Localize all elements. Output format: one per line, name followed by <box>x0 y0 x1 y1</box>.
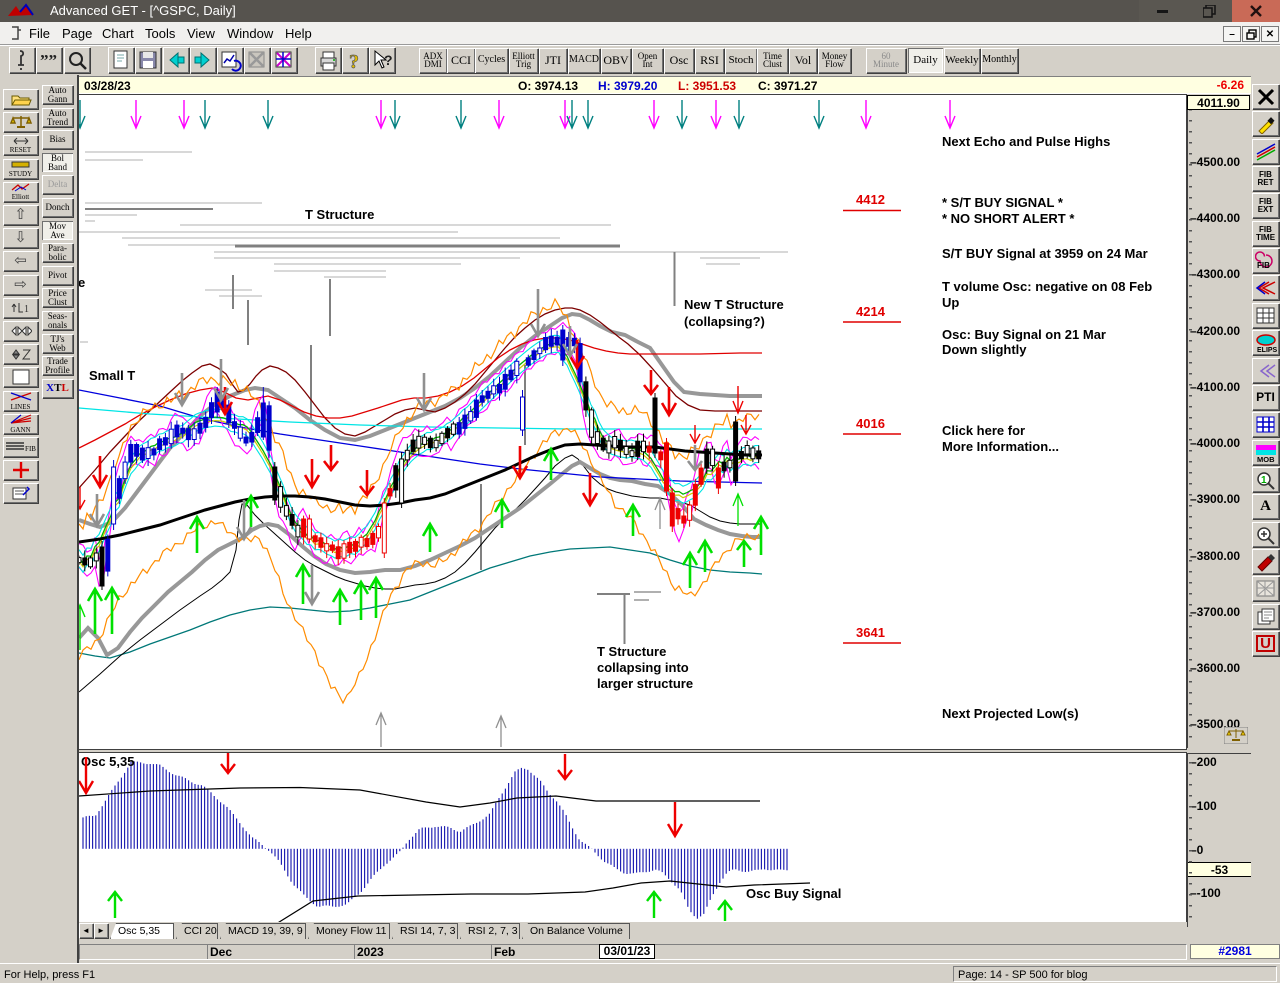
svg-text:Next Projected Low(s): Next Projected Low(s) <box>942 706 1079 721</box>
svg-text:1: 1 <box>1261 475 1267 486</box>
svg-text:collapsing into: collapsing into <box>597 660 689 675</box>
svg-text:4016: 4016 <box>856 416 885 431</box>
svg-text:4214: 4214 <box>856 304 886 319</box>
svg-text:T volume Osc: negative on 08 F: T volume Osc: negative on 08 Feb <box>942 279 1152 294</box>
svg-text:Click here for: Click here for <box>942 423 1025 438</box>
svg-text:ELIPS: ELIPS <box>1257 347 1278 353</box>
svg-text:?: ? <box>349 51 359 72</box>
svg-text:Small T: Small T <box>89 368 135 383</box>
svg-text:””: ”” <box>40 51 57 70</box>
svg-text:New T Structure: New T Structure <box>684 297 784 312</box>
svg-text:larger structure: larger structure <box>597 676 693 691</box>
svg-text:Osc: Buy Signal on 21 Mar: Osc: Buy Signal on 21 Mar <box>942 327 1106 342</box>
svg-text:FIB: FIB <box>1257 261 1270 270</box>
svg-text:T Structure: T Structure <box>597 644 666 659</box>
svg-text:Down slightly: Down slightly <box>942 342 1027 357</box>
svg-text:More Information...: More Information... <box>942 439 1059 454</box>
svg-text:re: re <box>79 275 85 290</box>
svg-text:Up: Up <box>942 295 959 310</box>
svg-text:MOB: MOB <box>1257 455 1275 463</box>
svg-text:Osc Buy Signal: Osc Buy Signal <box>746 886 841 901</box>
svg-text:(collapsing?): (collapsing?) <box>684 314 765 329</box>
svg-text:3641: 3641 <box>856 625 885 640</box>
svg-text:* S/T BUY SIGNAL *: * S/T BUY SIGNAL * <box>942 195 1064 210</box>
svg-text:* NO SHORT ALERT *: * NO SHORT ALERT * <box>942 211 1075 226</box>
svg-text:Osc 5,35: Osc 5,35 <box>81 754 135 769</box>
svg-text:1: 1 <box>24 304 29 315</box>
svg-text:T Structure: T Structure <box>305 207 374 222</box>
svg-text:Next Echo and Pulse Highs: Next Echo and Pulse Highs <box>942 134 1110 149</box>
svg-text:4412: 4412 <box>856 192 885 207</box>
svg-text:S/T BUY Signal at 3959 on 24 M: S/T BUY Signal at 3959 on 24 Mar <box>942 246 1148 261</box>
svg-text:?: ? <box>384 52 393 68</box>
